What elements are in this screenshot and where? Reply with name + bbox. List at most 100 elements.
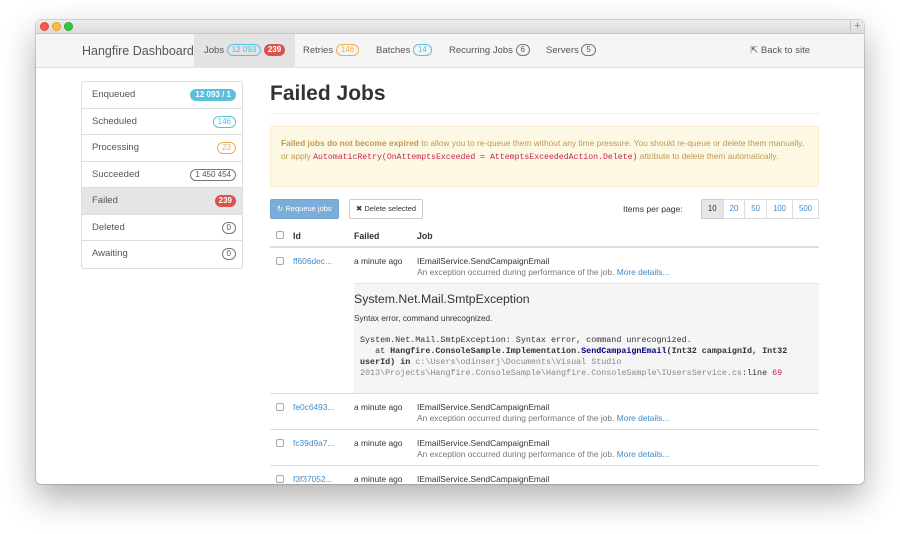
alert-text-end: attribute to delete them automatically. xyxy=(637,151,779,161)
row-checkbox[interactable] xyxy=(276,438,284,447)
sidebar-item-succeeded[interactable]: Succeeded 1 450 454 xyxy=(82,162,242,188)
page-size-50[interactable]: 50 xyxy=(744,199,767,219)
nav-batches[interactable]: Batches 14 xyxy=(376,34,432,68)
recurring-badge: 6 xyxy=(515,44,530,56)
stack-first-line: System.Net.Mail.SmtpException: Syntax er… xyxy=(360,334,692,345)
sidebar-item-label: Deleted xyxy=(92,221,125,233)
row-checkbox-cell xyxy=(270,428,293,465)
minimize-window-button[interactable] xyxy=(52,22,61,31)
sidebar-item-awaiting[interactable]: Awaiting 0 xyxy=(82,241,242,268)
job-id-link[interactable]: f3f37052... xyxy=(293,474,333,484)
page-title: Failed Jobs xyxy=(270,81,819,114)
external-link-icon: ⇱ xyxy=(750,45,759,56)
servers-badge: 5 xyxy=(581,44,596,56)
job-exception-text: An exception occurred during performance… xyxy=(417,448,615,459)
table-row: ff606dec... a minute ago IEmailService.S… xyxy=(270,246,819,283)
stack-line-label: :line xyxy=(741,367,773,378)
zoom-window-button[interactable] xyxy=(64,22,73,31)
nav-recurring-jobs[interactable]: Recurring Jobs 6 xyxy=(449,34,530,68)
job-id-link[interactable]: fe0c6493... xyxy=(293,402,334,412)
job-id-link[interactable]: fc39d9a7... xyxy=(293,438,334,448)
select-all-cell xyxy=(270,225,293,248)
requeue-label: Requeue jobs xyxy=(285,204,332,213)
new-tab-plus-icon[interactable]: + xyxy=(850,20,864,34)
items-per-page-label: Items per page: xyxy=(623,204,683,214)
nav-retries-label: Retries xyxy=(303,45,334,56)
window-titlebar: + xyxy=(36,20,864,34)
nav-servers-label: Servers xyxy=(546,45,579,56)
exception-details: System.Net.Mail.SmtpException Syntax err… xyxy=(354,282,819,393)
id-column-header: Id xyxy=(293,225,354,248)
sidebar-item-label: Enqueued xyxy=(92,89,136,100)
job-id-link[interactable]: ff606dec... xyxy=(293,256,332,266)
sidebar-item-processing[interactable]: Processing 23 xyxy=(82,135,242,162)
detail-spacer xyxy=(270,283,354,393)
close-window-button[interactable] xyxy=(40,22,49,31)
job-states-sidebar: Enqueued 12 093 / 1 Scheduled 146 Proces… xyxy=(81,81,243,269)
job-column-header: Job xyxy=(417,225,819,248)
page-size-20[interactable]: 20 xyxy=(722,199,746,219)
table-row: fc39d9a7... a minute ago IEmailService.S… xyxy=(270,428,819,465)
sidebar-item-label: Awaiting xyxy=(92,248,128,259)
row-checkbox[interactable] xyxy=(276,474,284,483)
delete-selected-button[interactable]: ✖ Delete selected xyxy=(349,199,424,219)
failed-time: a minute ago xyxy=(354,464,417,484)
exception-stack-trace: System.Net.Mail.SmtpException: Syntax er… xyxy=(354,335,819,379)
scheduled-count-badge: 146 xyxy=(212,115,236,128)
more-details-link[interactable]: More details... xyxy=(617,449,670,459)
back-to-site-label: Back to site xyxy=(760,45,810,56)
more-details-link[interactable]: More details... xyxy=(617,413,670,423)
refresh-icon: ↻ xyxy=(277,204,284,213)
stack-method: SendCampaignEmail xyxy=(581,345,667,356)
top-navbar: Hangfire Dashboard Jobs 12 093 239 Retri… xyxy=(36,34,864,68)
back-to-site-link[interactable]: ⇱ Back to site xyxy=(750,34,810,68)
job-exception-summary: An exception occurred during performance… xyxy=(417,449,819,459)
job-cell: IEmailService.SendCampaignEmail xyxy=(417,464,819,484)
batches-badge: 14 xyxy=(412,44,432,56)
row-checkbox-cell xyxy=(270,392,293,429)
job-cell: IEmailService.SendCampaignEmail An excep… xyxy=(417,428,819,465)
stack-file-path: c:\Users\odinserj\Documents\Visual Studi… xyxy=(360,356,742,378)
sidebar-item-scheduled[interactable]: Scheduled 146 xyxy=(82,109,242,135)
sidebar-item-enqueued[interactable]: Enqueued 12 093 / 1 xyxy=(82,82,242,109)
nav-servers[interactable]: Servers 5 xyxy=(546,34,596,68)
remove-icon: ✖ xyxy=(356,204,363,213)
row-checkbox-cell xyxy=(270,464,293,484)
exception-message: Syntax error, command unrecognized. xyxy=(354,313,493,323)
row-checkbox[interactable] xyxy=(276,257,284,265)
more-details-link[interactable]: More details... xyxy=(617,267,670,277)
deleted-count-badge: 0 xyxy=(221,221,236,234)
sidebar-item-label: Failed xyxy=(92,195,118,206)
page-size-100[interactable]: 100 xyxy=(765,199,793,219)
page-size-500[interactable]: 500 xyxy=(791,199,819,219)
job-id-cell: fc39d9a7... xyxy=(293,428,354,465)
sidebar-item-failed[interactable]: Failed 239 xyxy=(82,188,242,215)
processing-count-badge: 23 xyxy=(217,142,236,154)
nav-jobs[interactable]: Jobs 12 093 239 xyxy=(194,34,296,68)
sidebar-item-label: Succeeded xyxy=(92,168,140,180)
exception-details-row: System.Net.Mail.SmtpException Syntax err… xyxy=(270,282,819,393)
table-row: fe0c6493... a minute ago IEmailService.S… xyxy=(270,392,819,429)
retries-badge: 146 xyxy=(335,44,360,56)
job-exception-summary: An exception occurred during performance… xyxy=(417,413,819,423)
alert-bold-text: Failed jobs do not become expired xyxy=(281,138,419,148)
page-size-10[interactable]: 10 xyxy=(700,199,724,219)
row-checkbox[interactable] xyxy=(276,402,284,411)
sidebar-item-deleted[interactable]: Deleted 0 xyxy=(82,215,242,241)
select-all-checkbox[interactable] xyxy=(276,231,284,239)
brand-link[interactable]: Hangfire Dashboard xyxy=(82,34,194,68)
job-cell: IEmailService.SendCampaignEmail An excep… xyxy=(417,246,819,283)
job-name: IEmailService.SendCampaignEmail xyxy=(417,401,550,412)
nav-batches-label: Batches xyxy=(376,45,411,56)
job-exception-summary: An exception occurred during performance… xyxy=(417,267,819,277)
job-id-cell: f3f37052... xyxy=(293,464,354,484)
main-content: Failed Jobs Failed jobs do not become ex… xyxy=(270,81,819,484)
sidebar-item-label: Scheduled xyxy=(92,115,137,127)
page-size-selector: 10 20 50 100 500 xyxy=(700,199,819,219)
jobs-failed-badge: 239 xyxy=(263,44,286,56)
requeue-jobs-button[interactable]: ↻ Requeue jobs xyxy=(270,199,339,219)
table-header-row: Id Failed Job xyxy=(270,225,819,248)
sidebar-item-label: Processing xyxy=(92,142,139,153)
stack-line-number: 69 xyxy=(772,367,783,378)
nav-retries[interactable]: Retries 146 xyxy=(303,34,360,68)
